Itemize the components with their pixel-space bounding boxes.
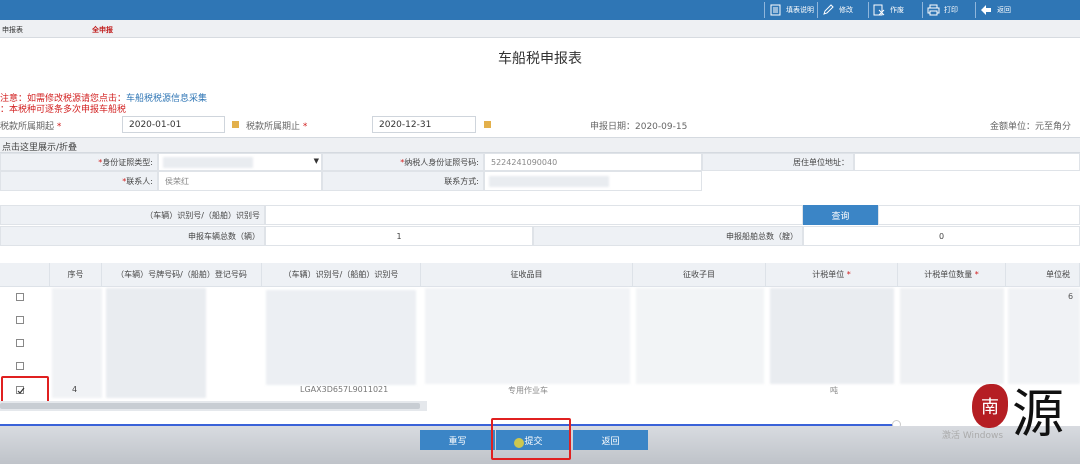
tab-full-report[interactable]: 全申报 [92,25,113,35]
toolbar-divider [922,2,923,18]
vehicle-total-label: 申报车辆总数（辆） [0,226,265,246]
seal-logo: 南 [972,384,1008,428]
calendar-icon[interactable] [232,121,239,128]
vehicle-id-input[interactable] [265,205,803,225]
reset-button[interactable]: 重写 [420,430,495,450]
row-checkbox[interactable] [16,316,24,324]
vehicle-total-value: 1 [265,226,533,246]
chevron-down-icon: ▼ [313,157,319,165]
row-vehicle-id: LGAX3D657L9011021 [300,385,389,394]
phone-value [484,171,702,191]
row-checkbox[interactable] [16,293,24,301]
horizontal-scrollbar[interactable] [0,401,427,411]
contact-label: * 联系人: [0,171,158,191]
period-end-label: 税款所属期止 * [246,122,308,132]
row-tax-item: 专用作业车 [508,386,548,395]
activation-watermark: 激活 Windows [942,431,1004,441]
ship-total-value: 0 [803,226,1080,246]
vehicle-id-label: （车辆）识别号/（船舶）识别号 [0,205,265,225]
toolbar-divider [764,2,765,18]
id-type-label: * 身份证照类型: [0,153,158,171]
void-button[interactable]: 作废 [872,2,904,18]
void-label: 作废 [890,6,904,14]
redacted-column [106,288,206,398]
col-header-id: （车辆）识别号/（船舶）识别号 [262,263,421,287]
date-row: 税款所属期起 * 2020-01-01 税款所属期止 * 2020-12-31 … [0,116,1080,134]
col-header-subitem: 征收子目 [633,263,766,287]
redacted-value [163,157,253,168]
row-index: 4 [72,385,78,394]
redacted-column [1008,288,1080,384]
pencil-icon [821,3,835,17]
tab-report[interactable]: 申报表 [2,25,23,35]
id-type-select[interactable]: ▼ [158,153,322,171]
edit-button[interactable]: 修改 [821,2,853,18]
col-header-unit-qty: 计税单位数量 * [898,263,1006,287]
highlight-box [1,376,49,403]
row-checkbox[interactable] [16,362,24,370]
period-start-label: 税款所属期起 * [0,122,62,132]
period-end-input[interactable]: 2020-12-31 [372,116,476,133]
printer-icon [926,3,940,17]
id-number-label: * 纳税人身份证照号码: [322,153,484,171]
partial-cell-value: 6 [1068,292,1074,301]
query-spacer [878,205,1080,225]
row-checkbox[interactable] [16,339,24,347]
redacted-column [770,288,894,384]
tax-source-collection-link[interactable]: 车船税税源信息采集 [126,94,207,104]
cursor-indicator [514,438,524,448]
period-start-input[interactable]: 2020-01-01 [122,116,225,133]
print-label: 打印 [944,6,958,14]
query-button[interactable]: 查询 [803,205,878,225]
scrollbar-thumb[interactable] [0,403,420,409]
ship-total-label: 申报船舶总数（艘） [533,226,803,246]
section-toggle[interactable]: 点击这里展示/折叠 [0,137,1080,153]
declare-date: 申报日期：2020-09-15 [590,122,688,132]
amount-unit: 金额单位：元至角分 [990,122,1072,132]
redacted-column [425,288,630,384]
brush-logo: 源 [1012,385,1065,445]
tab-bar: 申报表 全申报 [0,20,1080,38]
select-all-header [0,263,50,287]
calendar-icon[interactable] [484,121,491,128]
toolbar-divider [975,2,976,18]
toolbar-back-label: 返回 [997,6,1011,14]
col-header-tax-unit: 计税单位 * [766,263,898,287]
col-header-unit-tax: 单位税 [1006,263,1080,287]
redacted-column [636,288,764,384]
toolbar-back-button[interactable]: 返回 [979,2,1011,18]
toolbar-divider [868,2,869,18]
back-arrow-icon [979,3,993,17]
phone-label: 联系方式: [322,171,484,191]
document-icon [768,3,782,17]
bottom-back-button[interactable]: 返回 [573,430,648,450]
redacted-column [900,288,1004,384]
address-label: 居住单位地址： [702,153,854,171]
fill-guide-label: 填表说明 [786,6,814,14]
address-input[interactable] [854,153,1080,171]
top-toolbar: 填表说明 修改 作废 打印 返回 [0,0,1080,20]
id-number-value: 5224241090040 [484,153,702,171]
notice-line-2: ：本税种可逐条多次申报车船税 [0,105,127,115]
row-tax-unit: 吨 [830,386,838,395]
contact-value: 侯荣红 [158,171,322,191]
redacted-column [266,290,416,385]
edit-label: 修改 [839,6,853,14]
submit-highlight-box [491,418,571,460]
page-title: 车船税申报表 [498,51,582,67]
void-document-icon [872,3,886,17]
col-header-item: 征收品目 [421,263,633,287]
col-header-plate: （车辆）号牌号码/（船舶）登记号码 [102,263,262,287]
redacted-value [489,176,609,187]
toolbar-divider [817,2,818,18]
fill-guide-button[interactable]: 填表说明 [768,2,814,18]
print-button[interactable]: 打印 [926,2,958,18]
redacted-column [52,288,102,398]
col-header-index: 序号 [50,263,102,287]
